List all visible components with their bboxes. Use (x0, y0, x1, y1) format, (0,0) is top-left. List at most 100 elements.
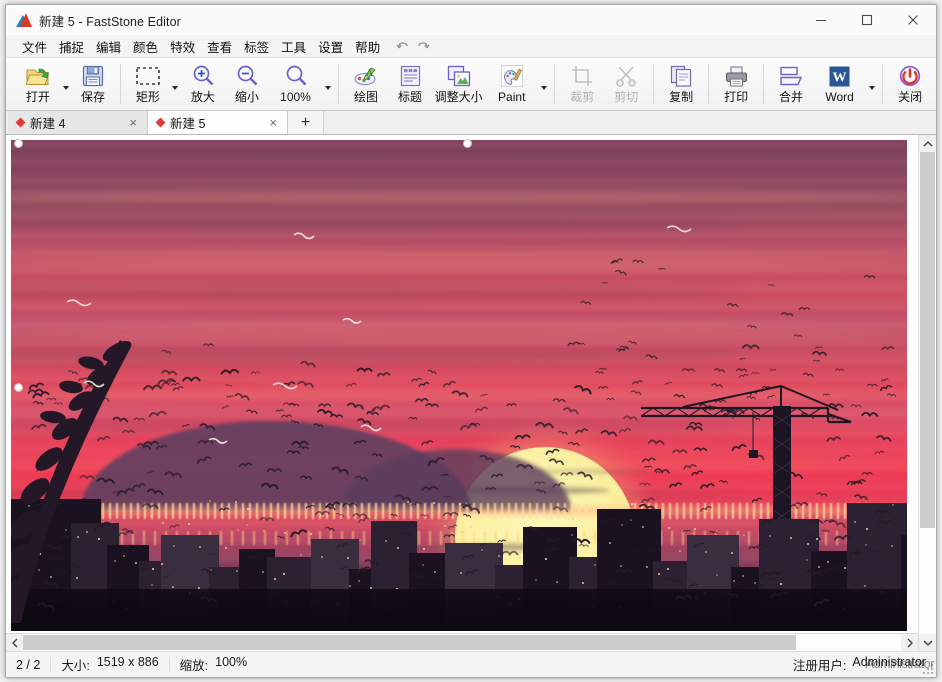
chevron-down-icon[interactable] (919, 634, 936, 651)
menu-capture[interactable]: 捕捉 (53, 35, 90, 58)
toolbar-divider (120, 64, 121, 104)
power-close-icon (899, 64, 921, 88)
toolbar-button-label: Paint (498, 90, 526, 104)
toolbar-button-word[interactable]: W Word (813, 61, 866, 110)
modified-dot-icon (15, 117, 26, 128)
menu-edit[interactable]: 编辑 (90, 35, 127, 58)
toolbar-button-label: 打印 (724, 90, 749, 104)
toolbar-button-floppy-save[interactable]: 保存 (71, 61, 115, 110)
menu-tools[interactable]: 工具 (275, 35, 312, 58)
toolbar-button-zoom-in[interactable]: 放大 (181, 61, 225, 110)
open-folder-icon (26, 64, 50, 88)
toolbar-button-power-close[interactable]: 关闭 (888, 61, 932, 110)
resize-handle-middle-left[interactable] (14, 383, 23, 392)
toolbar-button-label: 复制 (669, 90, 694, 104)
chevron-down-icon[interactable] (170, 61, 181, 110)
toolbar-button-label: 放大 (190, 90, 215, 104)
close-icon[interactable]: × (267, 116, 279, 129)
vertical-scroll-thumb[interactable] (920, 152, 935, 528)
menu-tabs[interactable]: 标签 (238, 35, 275, 58)
registered-user-label: 注册用户: (792, 659, 847, 673)
toolbar-button-open-folder[interactable]: 打开 (16, 61, 60, 110)
resize-handle-top-left[interactable] (14, 139, 23, 148)
maximize-icon[interactable] (844, 5, 890, 35)
image-size: 大小: 1519 x 886 (51, 655, 168, 674)
toolbar-button-label: 绘图 (353, 90, 378, 104)
rectangle-select-icon (136, 64, 160, 88)
canvas-host[interactable] (6, 135, 918, 633)
new-tab-button[interactable]: + (288, 111, 324, 134)
toolbar-button-label: 矩形 (135, 90, 160, 104)
chevron-down-icon[interactable] (322, 61, 333, 110)
toolbar-button-zoom-actual[interactable]: 100% (269, 61, 322, 110)
undo-icon[interactable] (393, 37, 413, 55)
chevron-right-icon[interactable] (901, 634, 918, 651)
toolbar-button-label: 缩小 (234, 90, 259, 104)
image-size-label: 大小: (61, 659, 90, 673)
zoom-level: 缩放: 100% (170, 655, 257, 674)
menu-settings[interactable]: 设置 (312, 35, 349, 58)
toolbar-button-label: 合并 (778, 90, 803, 104)
toolbar-button-scissors: 剪切 (604, 61, 648, 110)
menu-effects[interactable]: 特效 (164, 35, 201, 58)
word-icon: W (829, 64, 850, 88)
close-icon[interactable]: × (127, 116, 139, 129)
resize-icon (447, 64, 471, 88)
resize-handle-top-center[interactable] (463, 139, 472, 148)
toolbar-button-resize[interactable]: 调整大小 (432, 61, 485, 110)
menu-file[interactable]: 文件 (16, 35, 53, 58)
toolbar-divider (554, 64, 556, 104)
menu-color[interactable]: 颜色 (127, 35, 164, 58)
vertical-scroll-track[interactable] (919, 152, 936, 634)
cloud-band (11, 321, 907, 340)
toolbar-button-label: 100% (280, 90, 311, 104)
tab-label: 新建 5 (170, 117, 206, 131)
tab-1[interactable]: 新建 4 × (8, 111, 148, 134)
zoom-level-value: 100% (215, 655, 248, 669)
minimize-icon[interactable] (798, 5, 844, 35)
cloud-band (11, 218, 746, 229)
toolbar-button-zoom-out[interactable]: 缩小 (225, 61, 269, 110)
chevron-down-icon[interactable] (60, 61, 71, 110)
zoom-out-icon (236, 64, 258, 88)
toolbar-button-label: 打开 (25, 90, 50, 104)
toolbar-button-paint[interactable]: Paint (485, 61, 538, 110)
toolbar-divider (708, 64, 710, 104)
toolbar-button-label: Word (825, 90, 854, 104)
tab-label: 新建 4 (30, 117, 66, 131)
chevron-down-icon[interactable] (538, 61, 549, 110)
horizontal-scroll-track[interactable] (23, 634, 901, 651)
draw-icon: A (354, 64, 378, 88)
toolbar-button-draw[interactable]: A 绘图 (344, 61, 388, 110)
crop-icon (571, 64, 593, 88)
toolbar-button-copy[interactable]: 复制 (659, 61, 703, 110)
paint-icon (500, 64, 523, 88)
horizontal-scrollbar[interactable] (6, 633, 918, 651)
close-icon[interactable] (890, 5, 936, 35)
chevron-down-icon[interactable] (866, 61, 877, 110)
toolbar-button-rectangle-select[interactable]: 矩形 (126, 61, 170, 110)
cloud-band (11, 252, 907, 269)
title-bar: 新建 5 - FastStone Editor (6, 5, 936, 35)
chevron-up-icon[interactable] (919, 135, 936, 152)
merge-icon (779, 64, 803, 88)
toolbar-button-merge[interactable]: 合并 (769, 61, 813, 110)
sunset-photo[interactable] (11, 140, 907, 631)
tab-2[interactable]: 新建 5 × (148, 111, 288, 134)
toolbar-button-printer[interactable]: 打印 (714, 61, 758, 110)
window-title: 新建 5 - FastStone Editor (39, 14, 181, 29)
menu-help[interactable]: 帮助 (349, 35, 386, 58)
page-indicator: 2 / 2 (6, 658, 50, 672)
zoom-in-icon (192, 64, 214, 88)
city-skyline (11, 471, 907, 631)
toolbar-button-caption[interactable]: 标题 (388, 61, 432, 110)
svg-text:A: A (366, 68, 374, 79)
toolbar: 打开 保存 矩形 放大 缩小 100% A 绘图 标题 调整大小 Paint 裁剪 剪切 复制 打印 合并 W W… (6, 57, 936, 111)
screen: 新建 5 - FastStone Editor 文件 捕捉 编辑 颜色 特效 查看 标签 工具… (0, 0, 942, 682)
horizontal-scroll-thumb[interactable] (23, 635, 796, 650)
toolbar-button-label: 裁剪 (570, 90, 595, 104)
chevron-left-icon[interactable] (6, 634, 23, 651)
vertical-scrollbar[interactable] (918, 135, 936, 651)
menu-view[interactable]: 查看 (201, 35, 238, 58)
redo-icon[interactable] (413, 37, 433, 55)
